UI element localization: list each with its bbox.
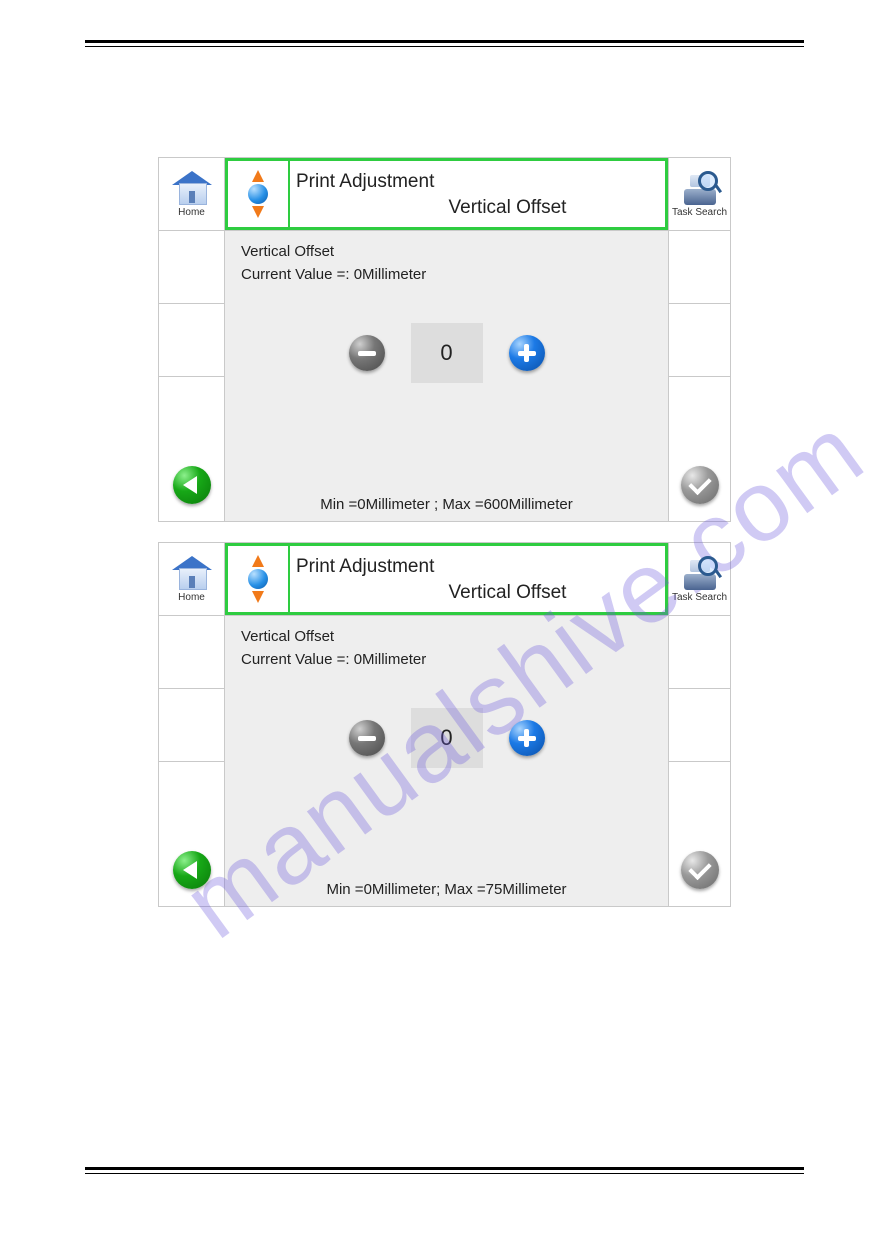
page-bottom-rule	[85, 1167, 804, 1174]
adjustment-panel: Home Print Adjustment Vertical Offset	[158, 157, 731, 522]
panel-body: Vertical Offset Current Value =: 0Millim…	[159, 616, 730, 834]
nav-slot-empty	[668, 762, 730, 834]
nav-slot-empty	[668, 689, 730, 762]
home-icon	[172, 171, 212, 205]
home-label: Home	[178, 207, 205, 218]
task-search-button[interactable]: Task Search	[668, 158, 730, 230]
panel-header: Print Adjustment Vertical Offset	[225, 543, 668, 615]
back-button[interactable]	[159, 449, 225, 521]
minus-icon	[358, 736, 376, 741]
minmax-label: Min =0Millimeter; Max =75Millimeter	[326, 877, 566, 906]
task-search-icon	[680, 556, 720, 590]
panel-header-text: Print Adjustment Vertical Offset	[290, 161, 665, 227]
back-icon	[173, 466, 211, 504]
panel-body-main: Vertical Offset Current Value =: 0Millim…	[225, 231, 668, 449]
vertical-offset-icon	[228, 161, 290, 227]
nav-slot-empty	[668, 231, 730, 304]
adjustment-panel: Home Print Adjustment Vertical Offset	[158, 542, 731, 907]
value-stepper: 0	[241, 323, 652, 383]
decrement-button[interactable]	[349, 720, 385, 756]
nav-slot-empty	[668, 616, 730, 689]
minus-icon	[358, 351, 376, 356]
nav-slot-empty	[159, 231, 225, 304]
task-search-button[interactable]: Task Search	[668, 543, 730, 615]
check-icon	[681, 851, 719, 889]
home-label: Home	[178, 592, 205, 603]
task-search-label: Task Search	[672, 592, 727, 603]
current-value-label: Current Value =: 0Millimeter	[241, 266, 652, 283]
home-button[interactable]: Home	[159, 158, 225, 230]
increment-button[interactable]	[509, 335, 545, 371]
back-icon	[173, 851, 211, 889]
panel-body-main: Vertical Offset Current Value =: 0Millim…	[225, 616, 668, 834]
home-icon	[172, 556, 212, 590]
stepper-value[interactable]: 0	[411, 708, 483, 768]
nav-slot-empty	[159, 377, 225, 449]
back-button[interactable]	[159, 834, 225, 906]
panel-subtitle: Vertical Offset	[449, 197, 567, 219]
vertical-offset-icon	[228, 546, 290, 612]
decrement-button[interactable]	[349, 335, 385, 371]
panel-footer-row: Min =0Millimeter; Max =75Millimeter	[159, 834, 730, 906]
nav-slot-empty	[159, 689, 225, 762]
page-content: Home Print Adjustment Vertical Offset	[0, 157, 889, 907]
stepper-value[interactable]: 0	[411, 323, 483, 383]
task-search-icon	[680, 171, 720, 205]
task-search-label: Task Search	[672, 207, 727, 218]
panel-footer: Min =0Millimeter ; Max =600Millimeter	[225, 449, 668, 521]
panel-subtitle: Vertical Offset	[449, 582, 567, 604]
panel-header-row: Home Print Adjustment Vertical Offset	[159, 543, 730, 616]
nav-slot-empty	[668, 377, 730, 449]
panel-body: Vertical Offset Current Value =: 0Millim…	[159, 231, 730, 449]
panel-title: Print Adjustment	[296, 171, 434, 193]
confirm-button[interactable]	[668, 449, 730, 521]
nav-slot-empty	[159, 762, 225, 834]
param-label: Vertical Offset	[241, 628, 652, 645]
check-icon	[681, 466, 719, 504]
home-button[interactable]: Home	[159, 543, 225, 615]
plus-icon	[524, 344, 529, 362]
current-value-label: Current Value =: 0Millimeter	[241, 651, 652, 668]
panel-header-row: Home Print Adjustment Vertical Offset	[159, 158, 730, 231]
confirm-button[interactable]	[668, 834, 730, 906]
panel-title: Print Adjustment	[296, 556, 434, 578]
nav-slot-empty	[159, 616, 225, 689]
nav-slot-empty	[668, 304, 730, 377]
panel-header: Print Adjustment Vertical Offset	[225, 158, 668, 230]
param-label: Vertical Offset	[241, 243, 652, 260]
plus-icon	[524, 729, 529, 747]
minmax-label: Min =0Millimeter ; Max =600Millimeter	[320, 492, 573, 521]
panel-footer-row: Min =0Millimeter ; Max =600Millimeter	[159, 449, 730, 521]
value-stepper: 0	[241, 708, 652, 768]
page-top-rule	[85, 40, 804, 47]
increment-button[interactable]	[509, 720, 545, 756]
nav-slot-empty	[159, 304, 225, 377]
panel-footer: Min =0Millimeter; Max =75Millimeter	[225, 834, 668, 906]
panel-header-text: Print Adjustment Vertical Offset	[290, 546, 665, 612]
